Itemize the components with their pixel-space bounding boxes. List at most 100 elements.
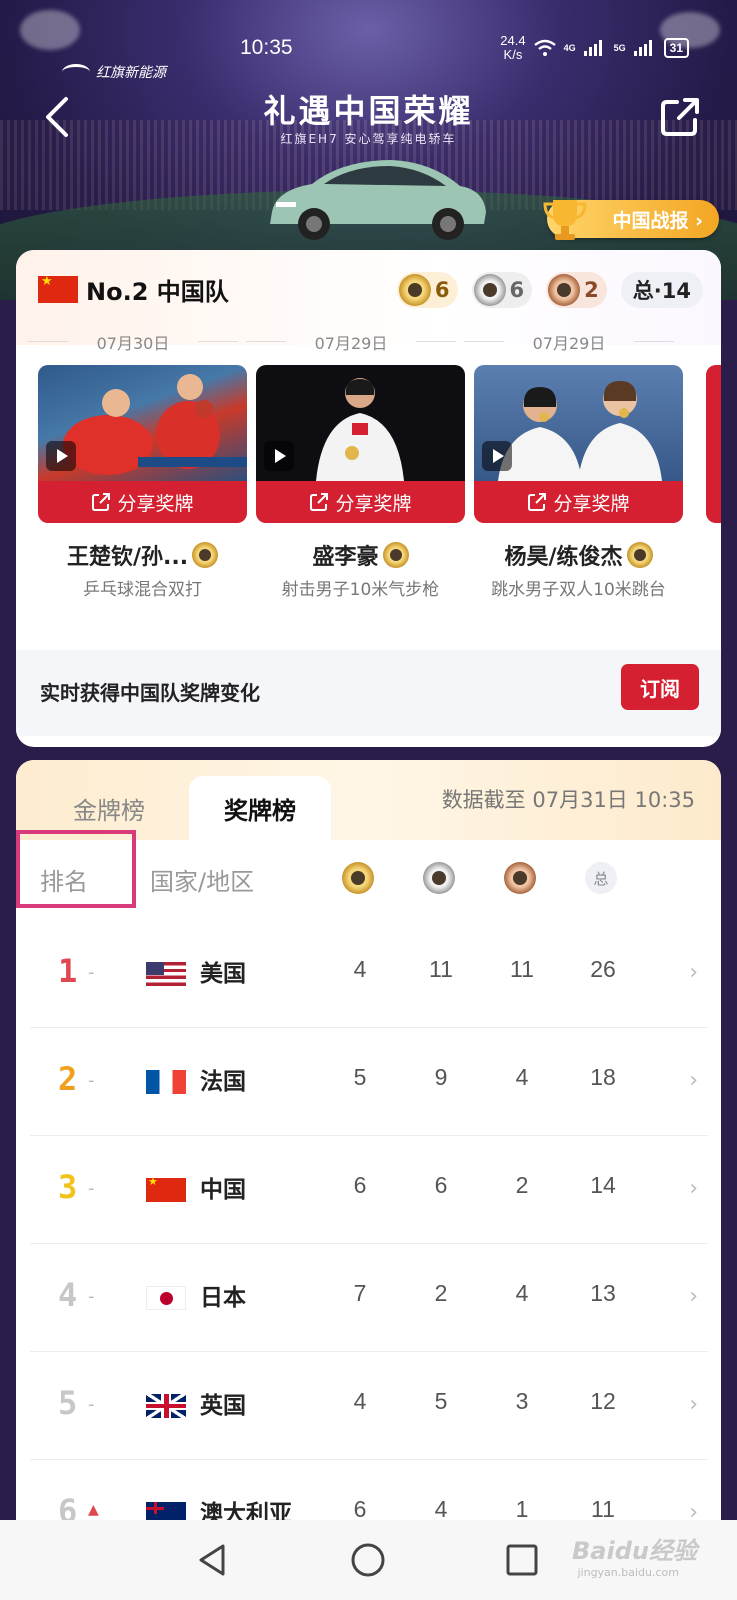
gold-count: 7: [353, 1280, 367, 1306]
brand-name: 红旗新能源: [96, 65, 166, 81]
bronze-medal-icon: [548, 274, 581, 306]
page-title: 礼遇中国荣耀: [263, 92, 474, 130]
share-icon: [92, 493, 111, 511]
gold-medal-icon: [626, 542, 653, 568]
athlete-photo[interactable]: [38, 365, 247, 481]
athlete-name-text: 王楚钦/孙...: [66, 545, 189, 570]
play-icon[interactable]: [482, 441, 512, 471]
nav-home-button[interactable]: [348, 1540, 388, 1580]
share-medal-label: 分享奖牌: [335, 492, 412, 515]
us-flag-icon: [146, 962, 186, 986]
total-count: 13: [590, 1280, 616, 1306]
rank-number: 5: [58, 1384, 78, 1422]
country-name: 澳大利亚: [200, 1501, 292, 1520]
network-5g-label: 5G: [613, 43, 626, 53]
share-medal-label: 分享奖牌: [553, 492, 630, 515]
silver-count: 2: [434, 1280, 448, 1306]
rank-trend: -: [88, 962, 95, 983]
silver-count: 4: [434, 1496, 448, 1520]
athlete-date: 07月30日: [28, 330, 238, 354]
subscribe-text: 实时获得中国队奖牌变化: [40, 681, 260, 705]
gold-count: 5: [353, 1064, 367, 1090]
athlete-card[interactable]: 分享奖牌 盛李豪 射击男子10米气步枪: [256, 365, 465, 600]
rank-trend: -: [88, 1286, 95, 1307]
watermark: Baidu经验: [572, 1537, 697, 1565]
share-medal-button[interactable]: 分享奖牌: [474, 481, 683, 523]
athlete-date: 07月29日: [246, 330, 456, 354]
share-medal-button[interactable]: 分享奖牌: [256, 481, 465, 523]
subscribe-button[interactable]: 订阅: [621, 664, 699, 710]
stadium-light: [20, 10, 80, 50]
brand-logo: 红旗新能源: [62, 62, 166, 82]
silver-count: 5: [434, 1388, 448, 1414]
table-row[interactable]: 4- 日本 7 2 4 13 ›: [30, 1244, 708, 1352]
china-report-button[interactable]: 中国战报 ›: [543, 200, 719, 240]
share-icon: [661, 98, 699, 136]
athlete-name: 盛李豪: [256, 539, 465, 571]
gold-count: 6: [353, 1496, 367, 1520]
network-speed: 24.4 K/s: [500, 34, 525, 62]
share-icon: [310, 493, 329, 511]
table-row[interactable]: 2- 法国 5 9 4 18 ›: [30, 1028, 708, 1136]
athlete-card[interactable]: 分享奖牌 王楚钦/孙... 乒乓球混合双打: [38, 365, 247, 600]
athlete-card[interactable]: 分享奖牌 杨昊/练俊杰 跳水男子双人10米跳台: [474, 365, 683, 600]
total-chip: 总: [585, 862, 617, 894]
total-count: 26: [590, 956, 616, 982]
athlete-name: 王楚钦/孙...: [38, 539, 247, 571]
header-bronze: [502, 860, 538, 896]
play-icon[interactable]: [46, 441, 76, 471]
tab-medal-ranking[interactable]: 奖牌榜: [189, 776, 331, 840]
bronze-count-value: 2: [584, 278, 599, 302]
athlete-photo[interactable]: [474, 365, 683, 481]
chevron-right-icon: ›: [689, 1068, 698, 1093]
wifi-icon: [533, 39, 556, 56]
speed-unit: K/s: [503, 47, 523, 62]
gold-medal-icon: [192, 542, 219, 568]
chevron-right-icon: ›: [689, 1284, 698, 1309]
share-button[interactable]: [659, 96, 701, 138]
table-row[interactable]: 3- 中国 6 6 2 14 ›: [30, 1136, 708, 1244]
silver-medal-icon: [423, 862, 455, 894]
chevron-right-icon: ›: [689, 1500, 698, 1520]
athlete-name-text: 杨昊/练俊杰: [504, 545, 623, 570]
status-time: 10:35: [240, 36, 293, 59]
table-row[interactable]: 1- 美国 4 11 11 26 ›: [30, 920, 708, 1028]
gold-medal-icon: [382, 542, 409, 568]
nav-back-button[interactable]: [193, 1540, 233, 1580]
bronze-count: 2: [546, 272, 607, 308]
data-as-of: 数据截至 07月31日 10:35: [441, 788, 695, 812]
speed-value: 24.4: [500, 33, 526, 48]
au-flag-icon: [146, 1502, 186, 1520]
rank-trend: -: [88, 1070, 95, 1091]
share-medal-button[interactable]: 分享奖牌: [38, 481, 247, 523]
china-flag-icon: [38, 274, 78, 303]
bronze-count: 11: [510, 956, 534, 982]
rank-number: 1: [58, 952, 78, 990]
play-icon[interactable]: [264, 441, 294, 471]
rank-trend: ▲: [88, 1502, 99, 1518]
network-4g-label: 4G: [563, 43, 576, 53]
athlete-photo[interactable]: [256, 365, 465, 481]
country-name: 法国: [200, 1069, 246, 1095]
country-name: 日本: [200, 1285, 246, 1311]
nav-recent-button[interactable]: [502, 1540, 542, 1580]
next-athlete-card-peek[interactable]: [706, 365, 721, 523]
table-row[interactable]: 6 ▲ 澳大利亚 6 4 1 11 ›: [30, 1460, 708, 1520]
table-row[interactable]: 5- 英国 4 5 3 12 ›: [30, 1352, 708, 1460]
watermark-url: jingyan.baidu.com: [577, 1566, 679, 1579]
silver-count: 9: [434, 1064, 448, 1090]
battery-icon: 31: [663, 38, 689, 58]
gold-medal-icon: [342, 862, 374, 894]
gold-count: 6: [353, 1172, 367, 1198]
bronze-count: 3: [515, 1388, 529, 1414]
gold-medal-icon: [398, 274, 431, 306]
bronze-count: 4: [515, 1064, 529, 1090]
china-report-label: 中国战报 ›: [612, 209, 703, 232]
header-silver: [421, 860, 457, 896]
silver-medal-icon: [473, 274, 506, 306]
gb-flag-icon: [146, 1394, 186, 1418]
country-name: 英国: [200, 1393, 246, 1419]
country-name: 中国: [200, 1177, 246, 1203]
chevron-right-icon: ›: [689, 960, 698, 985]
share-medal-label: 分享奖牌: [117, 492, 194, 515]
